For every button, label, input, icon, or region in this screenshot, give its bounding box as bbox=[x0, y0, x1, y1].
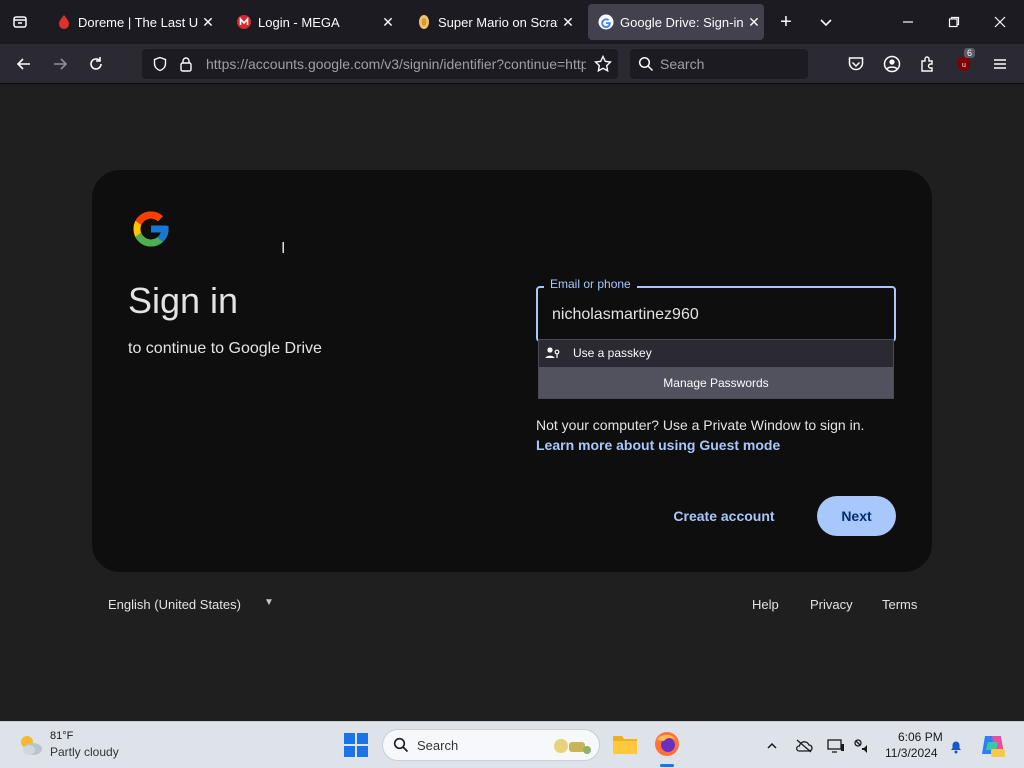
autocomplete-dropdown: Use a passkey Manage Passwords bbox=[538, 339, 894, 399]
clock-time[interactable]: 6:06 PM bbox=[898, 730, 943, 744]
weather-partly-cloudy-icon[interactable] bbox=[16, 732, 44, 763]
close-window-icon[interactable] bbox=[986, 8, 1014, 36]
close-tab-icon[interactable]: ✕ bbox=[558, 14, 578, 31]
taskbar-search-input[interactable]: Search bbox=[382, 729, 600, 761]
guest-mode-link[interactable]: Learn more about using Guest mode bbox=[536, 437, 780, 453]
notification-bell-icon[interactable] bbox=[946, 736, 966, 756]
lock-icon[interactable] bbox=[178, 56, 194, 77]
chevron-down-icon[interactable]: ▼ bbox=[264, 597, 274, 608]
url-bar[interactable]: https://accounts.google.com/v3/signin/id… bbox=[142, 49, 618, 79]
clock-date[interactable]: 11/3/2024 bbox=[885, 746, 938, 760]
tab-doreme[interactable]: Doreme | The Last Universe ✕ bbox=[46, 4, 218, 40]
tracking-shield-icon[interactable] bbox=[152, 56, 168, 77]
search-placeholder: Search bbox=[660, 56, 705, 72]
passkey-people-icon bbox=[545, 347, 560, 358]
tab-overview-icon[interactable] bbox=[6, 8, 34, 36]
tab-title: Google Drive: Sign-in bbox=[620, 14, 744, 30]
page-content: Sign in to continue to Google Drive Emai… bbox=[0, 85, 1024, 721]
reload-icon[interactable] bbox=[82, 50, 110, 78]
close-tab-icon[interactable]: ✕ bbox=[198, 14, 218, 31]
svg-text:u: u bbox=[962, 62, 966, 69]
account-icon[interactable] bbox=[878, 50, 906, 78]
tab-mega[interactable]: Login - MEGA ✕ bbox=[226, 4, 398, 40]
signin-card: Sign in to continue to Google Drive Emai… bbox=[92, 170, 932, 572]
use-passkey-option[interactable]: Use a passkey bbox=[539, 340, 893, 366]
new-tab-icon[interactable]: + bbox=[772, 8, 800, 36]
close-tab-icon[interactable]: ✕ bbox=[744, 14, 764, 31]
extensions-puzzle-icon[interactable] bbox=[914, 50, 942, 78]
search-icon bbox=[638, 56, 654, 77]
extension-badge: 6 bbox=[964, 48, 976, 58]
taskbar-search-placeholder: Search bbox=[417, 738, 459, 753]
close-tab-icon[interactable]: ✕ bbox=[378, 14, 398, 31]
ublock-extension-icon[interactable]: u 6 bbox=[950, 48, 978, 78]
hamburger-menu-icon[interactable] bbox=[986, 50, 1014, 78]
search-bar[interactable]: Search bbox=[630, 49, 808, 79]
tab-title: Super Mario on Scratch bbox=[438, 14, 558, 30]
copilot-icon[interactable] bbox=[980, 732, 1006, 763]
google-favicon-icon bbox=[598, 14, 614, 30]
page-subtitle: to continue to Google Drive bbox=[128, 340, 322, 357]
windows-start-icon[interactable] bbox=[344, 733, 368, 762]
pocket-icon[interactable] bbox=[842, 50, 870, 78]
terms-link[interactable]: Terms bbox=[882, 597, 917, 612]
email-field-value[interactable]: nicholasmartinez960 bbox=[552, 306, 699, 324]
scratch-favicon-icon bbox=[419, 15, 429, 29]
tab-scratch[interactable]: Super Mario on Scratch ✕ bbox=[406, 4, 578, 40]
google-logo-icon bbox=[130, 208, 172, 255]
url-text[interactable]: https://accounts.google.com/v3/signin/id… bbox=[206, 56, 586, 72]
privacy-link[interactable]: Privacy bbox=[810, 597, 853, 612]
network-volume-icon[interactable] bbox=[852, 736, 872, 756]
display-icon[interactable] bbox=[826, 736, 846, 756]
mega-favicon-icon bbox=[237, 15, 251, 29]
weather-description[interactable]: Partly cloudy bbox=[50, 745, 119, 759]
use-passkey-label: Use a passkey bbox=[573, 346, 652, 360]
forward-arrow-icon[interactable] bbox=[46, 50, 74, 78]
list-tabs-chevron-icon[interactable] bbox=[812, 8, 840, 36]
language-select[interactable]: English (United States) bbox=[108, 597, 241, 612]
firefox-taskbar-icon[interactable] bbox=[654, 731, 680, 762]
manage-passwords-option[interactable]: Manage Passwords bbox=[539, 367, 893, 398]
email-field-label: Email or phone bbox=[544, 277, 637, 291]
navigation-toolbar: https://accounts.google.com/v3/signin/id… bbox=[0, 44, 1024, 84]
tab-bar: Doreme | The Last Universe ✕ Login - MEG… bbox=[0, 0, 1024, 44]
search-icon bbox=[393, 737, 409, 758]
private-window-notice: Not your computer? Use a Private Window … bbox=[536, 417, 865, 433]
back-arrow-icon[interactable] bbox=[10, 50, 38, 78]
tab-google-drive[interactable]: Google Drive: Sign-in ✕ bbox=[588, 4, 764, 40]
text-cursor-icon: I bbox=[281, 240, 286, 257]
doreme-favicon-icon bbox=[59, 15, 69, 29]
restore-icon[interactable] bbox=[940, 8, 968, 36]
tab-title: Doreme | The Last Universe bbox=[78, 14, 198, 30]
search-highlight-icon bbox=[549, 734, 593, 763]
page-title: Sign in bbox=[128, 280, 239, 321]
chevron-up-icon[interactable] bbox=[762, 736, 782, 756]
bookmark-star-icon[interactable] bbox=[593, 54, 613, 78]
next-button[interactable]: Next bbox=[817, 496, 896, 536]
create-account-button[interactable]: Create account bbox=[666, 496, 782, 536]
file-explorer-icon[interactable] bbox=[612, 732, 638, 761]
windows-taskbar: 81°F Partly cloudy Search 6:06 PM 11/3/2… bbox=[0, 721, 1024, 768]
weather-temperature[interactable]: 81°F bbox=[50, 730, 73, 742]
cloud-offline-icon[interactable] bbox=[794, 736, 814, 756]
tab-title: Login - MEGA bbox=[258, 14, 340, 30]
active-app-indicator bbox=[660, 764, 674, 767]
help-link[interactable]: Help bbox=[752, 597, 779, 612]
minimize-icon[interactable] bbox=[894, 8, 922, 36]
